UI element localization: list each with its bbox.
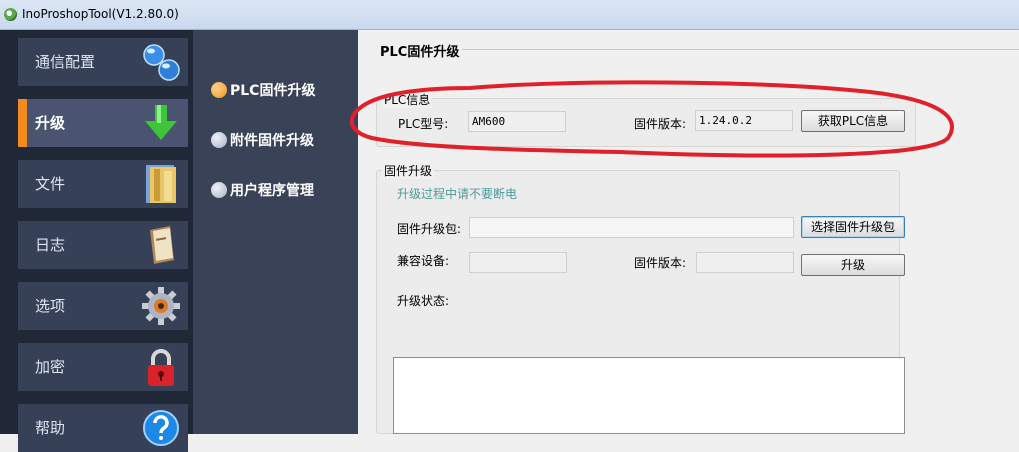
download-arrow-icon [145, 105, 177, 140]
sidebar-item-label: 帮助 [35, 419, 66, 437]
firmware-version-label: 固件版本: [634, 256, 687, 270]
sidebar: 通信配置 升级 文件 日志 选项 加密 帮助 [0, 30, 193, 452]
firmware-upgrade-group-title: 固件升级 [382, 162, 435, 179]
firmware-version-field[interactable] [696, 252, 794, 273]
sidebar-item-help[interactable]: 帮助 [18, 404, 188, 452]
sidebar-item-encrypt[interactable]: 加密 [18, 343, 188, 391]
radio-dot-icon [211, 132, 227, 148]
compatible-devices-label: 兼容设备: [397, 254, 450, 268]
window-title: InoProshopTool(V1.2.80.0) [22, 7, 179, 21]
network-globes-icon [143, 44, 180, 81]
compatible-devices-field[interactable] [469, 252, 567, 273]
get-plc-info-button[interactable]: 获取PLC信息 [801, 110, 905, 132]
upgrade-status-label: 升级状态: [397, 294, 450, 308]
help-icon [143, 410, 179, 446]
title-divider [462, 49, 1019, 50]
title-bar: InoProshopTool(V1.2.80.0) [0, 0, 1019, 30]
select-firmware-package-button[interactable]: 选择固件升级包 [801, 216, 905, 238]
main-content: PLC固件升级 PLC信息 PLC型号: AM600 固件版本: 1.24.0.… [358, 30, 1019, 434]
power-warning-hint: 升级过程中请不要断电 [397, 187, 518, 201]
sidebar-item-log[interactable]: 日志 [18, 221, 188, 269]
plc-info-group-title: PLC信息 [382, 91, 433, 108]
lock-icon [148, 349, 174, 386]
firmware-package-label: 固件升级包: [397, 222, 462, 236]
plc-model-field[interactable]: AM600 [468, 111, 566, 132]
plc-model-label: PLC型号: [398, 117, 449, 131]
sidebar-item-label: 选项 [35, 297, 66, 315]
upgrade-log-box[interactable] [393, 357, 905, 434]
firmware-package-field[interactable] [469, 217, 794, 238]
app-icon [4, 8, 17, 21]
sidebar-item-label: 加密 [35, 358, 66, 376]
sidebar-item-comm-config[interactable]: 通信配置 [18, 38, 188, 86]
sidebar-item-file[interactable]: 文件 [18, 160, 188, 208]
sidebar-item-upgrade[interactable]: 升级 [18, 99, 188, 147]
page-title: PLC固件升级 [380, 45, 460, 60]
active-indicator [18, 99, 27, 147]
sidebar-item-label: 通信配置 [35, 53, 96, 71]
sidebar-item-label: 日志 [35, 236, 66, 254]
upgrade-button[interactable]: 升级 [801, 254, 905, 276]
sidebar-item-label: 升级 [35, 114, 66, 132]
submenu-panel: PLC固件升级 附件固件升级 用户程序管理 [193, 30, 358, 434]
sidebar-item-options[interactable]: 选项 [18, 282, 188, 330]
submenu-item-label: PLC固件升级 [230, 83, 316, 99]
sidebar-item-label: 文件 [35, 175, 66, 193]
radio-dot-icon [211, 82, 227, 98]
plc-fw-version-field[interactable]: 1.24.0.2 [695, 110, 793, 131]
book-icon [150, 226, 174, 264]
gear-icon [142, 287, 180, 325]
folder-icon [146, 165, 176, 203]
submenu-item-label: 附件固件升级 [230, 133, 314, 149]
submenu-item-label: 用户程序管理 [230, 183, 314, 199]
plc-fw-version-label: 固件版本: [634, 117, 687, 131]
radio-dot-icon [211, 182, 227, 198]
